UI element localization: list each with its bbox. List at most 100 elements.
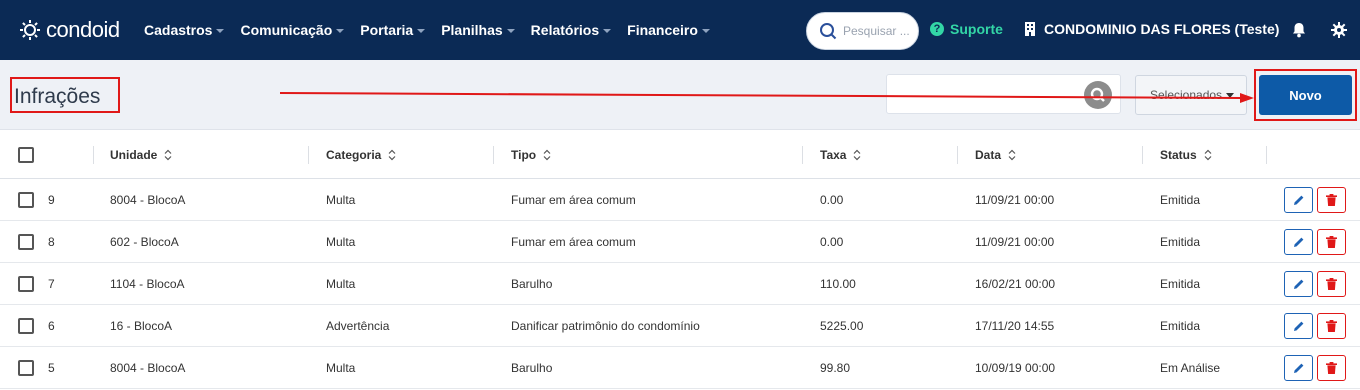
column-header-tipo[interactable]: Tipo: [511, 130, 551, 179]
row-select-cell: [18, 347, 34, 389]
main-nav: Cadastros Comunicação Portaria Planilhas…: [144, 0, 726, 60]
edit-button[interactable]: [1284, 229, 1313, 255]
row-tipo: Fumar em área comum: [511, 193, 636, 207]
logo-gear-icon: [20, 20, 40, 40]
delete-button[interactable]: [1317, 229, 1346, 255]
column-header-categoria[interactable]: Categoria: [326, 130, 396, 179]
table-row: 6 16 - BlocoA Advertência Danificar patr…: [0, 305, 1360, 347]
sort-icon: [854, 149, 861, 160]
select-all-cell: [18, 130, 34, 179]
pencil-icon: [1293, 195, 1303, 205]
row-select-cell: [18, 179, 34, 221]
page-header: Infrações Selecionados Novo: [0, 60, 1360, 130]
column-header-unidade[interactable]: Unidade: [110, 130, 172, 179]
select-all-checkbox[interactable]: [18, 146, 34, 163]
support-link[interactable]: ? Suporte: [930, 21, 1003, 37]
column-divider: [93, 146, 94, 164]
row-taxa: 99.80: [820, 361, 851, 375]
global-search-input[interactable]: [843, 24, 913, 38]
column-header-status[interactable]: Status: [1160, 130, 1212, 179]
chevron-down-icon: [701, 29, 710, 33]
nav-item-financeiro[interactable]: Financeiro: [627, 22, 710, 38]
top-navbar: condoid Cadastros Comunicação Portaria P…: [0, 0, 1360, 60]
pencil-icon: [1293, 321, 1303, 331]
row-taxa: 0.00: [820, 193, 844, 207]
table-header: Unidade Categoria Tipo Taxa Data Status: [0, 130, 1360, 179]
row-checkbox[interactable]: [18, 234, 34, 250]
row-id: 7: [48, 277, 55, 291]
selected-actions-dropdown[interactable]: Selecionados: [1135, 75, 1247, 115]
column-label: Data: [975, 147, 1002, 162]
search-icon[interactable]: [1084, 81, 1112, 109]
edit-button[interactable]: [1284, 271, 1313, 297]
row-categoria: Multa: [326, 235, 356, 249]
global-search[interactable]: [806, 12, 919, 50]
table-search-input[interactable]: [901, 85, 1081, 100]
row-id: 5: [48, 361, 55, 375]
chevron-down-icon: [603, 29, 612, 33]
row-select-cell: [18, 305, 34, 347]
row-checkbox[interactable]: [18, 360, 34, 376]
column-label: Tipo: [511, 147, 537, 162]
row-categoria: Advertência: [326, 319, 390, 333]
row-tipo: Danificar patrimônio do condomínio: [511, 319, 700, 333]
row-tipo: Barulho: [511, 361, 553, 375]
column-divider: [1142, 146, 1143, 164]
selected-actions-label: Selecionados: [1150, 88, 1223, 102]
column-header-taxa[interactable]: Taxa: [820, 130, 861, 179]
delete-button[interactable]: [1317, 313, 1346, 339]
sort-icon: [543, 149, 551, 160]
edit-button[interactable]: [1284, 355, 1313, 381]
trash-icon: [1326, 362, 1337, 374]
nav-item-relatorios[interactable]: Relatórios: [530, 22, 612, 38]
trash-icon: [1326, 278, 1337, 290]
chevron-down-icon: [216, 29, 225, 33]
nav-item-label: Relatórios: [530, 22, 600, 38]
brand-name: condoid: [46, 17, 120, 42]
bell-icon[interactable]: [1291, 22, 1307, 38]
nav-item-label: Cadastros: [144, 22, 213, 38]
sort-icon: [1008, 149, 1016, 160]
gear-icon[interactable]: [1331, 22, 1347, 38]
column-divider: [308, 146, 309, 164]
nav-item-label: Financeiro: [627, 22, 698, 38]
condo-selector[interactable]: CONDOMINIO DAS FLORES (Teste): [1024, 21, 1279, 37]
new-button[interactable]: Novo: [1259, 75, 1352, 115]
help-circle-icon: ?: [930, 22, 944, 36]
row-status: Emitida: [1160, 277, 1201, 291]
nav-item-comunicacao[interactable]: Comunicação: [240, 22, 345, 38]
column-label: Categoria: [326, 147, 382, 162]
nav-item-label: Comunicação: [240, 22, 333, 38]
brand-logo[interactable]: condoid: [18, 14, 120, 46]
row-select-cell: [18, 263, 34, 305]
sort-icon: [388, 149, 396, 160]
chevron-down-icon: [336, 29, 345, 33]
column-label: Taxa: [820, 147, 847, 162]
nav-item-portaria[interactable]: Portaria: [360, 22, 426, 38]
column-label: Unidade: [110, 147, 158, 162]
edit-button[interactable]: [1284, 313, 1313, 339]
support-label: Suporte: [950, 21, 1003, 37]
row-id: 9: [48, 193, 55, 207]
column-header-data[interactable]: Data: [975, 130, 1016, 179]
row-checkbox[interactable]: [18, 192, 34, 208]
row-status: Emitida: [1160, 193, 1201, 207]
nav-item-planilhas[interactable]: Planilhas: [441, 22, 515, 38]
table-search[interactable]: [886, 74, 1121, 114]
row-tipo: Fumar em área comum: [511, 235, 636, 249]
chevron-down-icon: [506, 29, 515, 33]
search-icon: [820, 23, 837, 40]
delete-button[interactable]: [1317, 271, 1346, 297]
row-checkbox[interactable]: [18, 318, 34, 334]
chevron-down-icon: [417, 29, 426, 33]
row-select-cell: [18, 221, 34, 263]
row-status: Emitida: [1160, 235, 1201, 249]
delete-button[interactable]: [1317, 355, 1346, 381]
building-icon: [1025, 22, 1035, 36]
condo-name: CONDOMINIO DAS FLORES (Teste): [1044, 21, 1280, 37]
row-id: 6: [48, 319, 55, 333]
delete-button[interactable]: [1317, 187, 1346, 213]
row-checkbox[interactable]: [18, 276, 34, 292]
nav-item-cadastros[interactable]: Cadastros: [144, 22, 225, 38]
edit-button[interactable]: [1284, 187, 1313, 213]
